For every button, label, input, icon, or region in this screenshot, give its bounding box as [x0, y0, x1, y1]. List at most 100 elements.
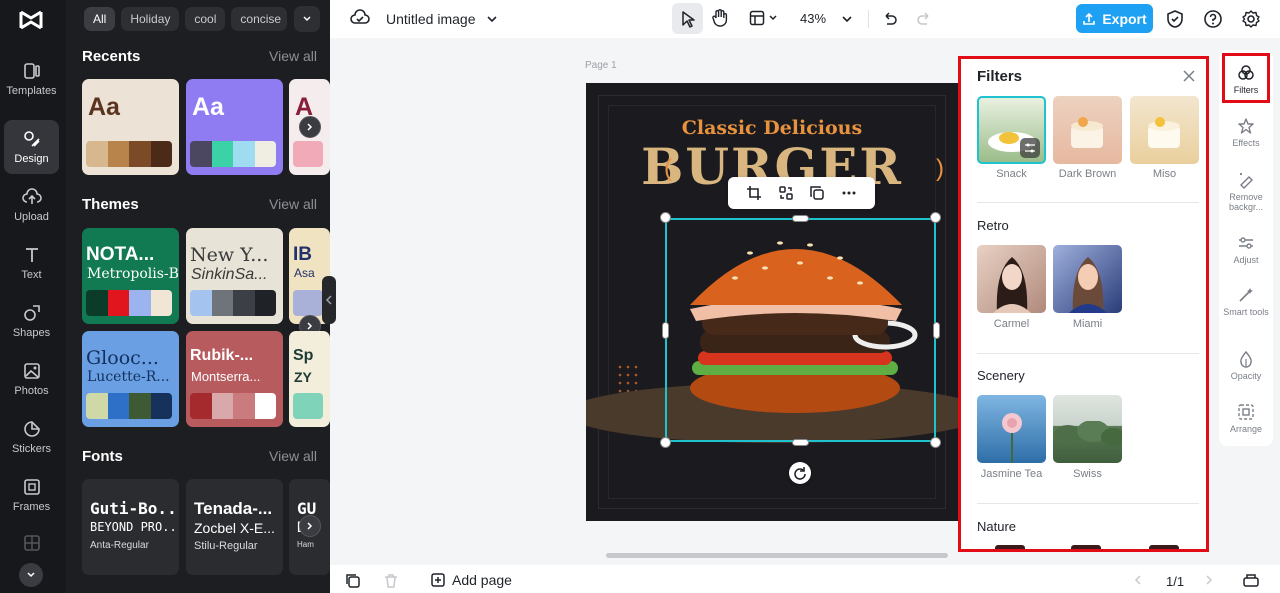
cloud-save-button[interactable]: [350, 9, 370, 27]
recents-view-all-link[interactable]: View all: [269, 48, 317, 64]
layout-menu-button[interactable]: [768, 13, 778, 23]
crop-icon[interactable]: [746, 185, 762, 201]
hand-icon: [712, 9, 728, 27]
art-subtitle[interactable]: Classic Delicious: [586, 117, 958, 139]
filter-thumb-snack[interactable]: [977, 96, 1046, 164]
sliders-icon: [1025, 143, 1035, 153]
adjust-icon: [1239, 237, 1253, 249]
chip-concise[interactable]: concise: [231, 7, 288, 31]
filter-thumb-carmel[interactable]: [977, 245, 1046, 313]
tool-arrange[interactable]: Arrange: [1222, 403, 1270, 434]
recents-scroll-right-button[interactable]: [299, 116, 321, 138]
resize-handle-bottom-left[interactable]: [660, 437, 671, 448]
title-menu-button[interactable]: [486, 13, 498, 25]
resize-handle-top[interactable]: [792, 215, 809, 222]
design-panel: All Holiday cool concise Recents View al…: [66, 0, 330, 593]
theme-card-4[interactable]: Glooc... Lucette-R...: [82, 331, 179, 427]
panel-collapse-handle[interactable]: [322, 276, 336, 324]
chip-all[interactable]: All: [84, 7, 116, 31]
resize-handle-top-right[interactable]: [930, 212, 941, 223]
rail-item-more[interactable]: [4, 530, 59, 560]
rail-item-upload[interactable]: Upload: [4, 178, 59, 232]
help-icon: [1204, 10, 1222, 28]
undo-button[interactable]: [882, 10, 898, 26]
replace-icon[interactable]: [778, 185, 794, 201]
tool-smart-tools[interactable]: Smart tools: [1222, 286, 1270, 317]
selection-box[interactable]: [665, 218, 936, 442]
tool-remove-background[interactable]: Remove backgr...: [1222, 171, 1270, 212]
canvas-horizontal-scrollbar[interactable]: [606, 553, 948, 558]
rail-expand-button[interactable]: [19, 563, 43, 587]
photos-icon: [23, 363, 40, 379]
filter-thumb-jasmine-tea[interactable]: [977, 395, 1046, 463]
chips-more-button[interactable]: [294, 6, 320, 32]
rail-item-design[interactable]: Design: [4, 120, 59, 174]
rail-item-templates[interactable]: Templates: [4, 52, 59, 106]
rotate-handle[interactable]: [789, 462, 811, 484]
tool-filters[interactable]: Filters: [1222, 64, 1270, 95]
hand-tool-button[interactable]: [711, 8, 729, 28]
fonts-scroll-right-button[interactable]: [299, 515, 321, 537]
document-title[interactable]: Untitled image: [386, 11, 476, 27]
next-page-button[interactable]: [1203, 574, 1215, 586]
filter-thumb-partial[interactable]: [1071, 545, 1101, 549]
select-tool-button[interactable]: [672, 3, 703, 34]
layers-button[interactable]: [1242, 572, 1260, 588]
duplicate-page-icon: [346, 574, 360, 588]
copy-page-button[interactable]: [345, 573, 361, 589]
rail-item-stickers[interactable]: Stickers: [4, 410, 59, 464]
tool-opacity[interactable]: Opacity: [1222, 350, 1270, 381]
themes-view-all-link[interactable]: View all: [269, 196, 317, 212]
rail-item-photos[interactable]: Photos: [4, 352, 59, 406]
font-card-2[interactable]: Tenada-... Zocbel X-E... Stilu-Regular: [186, 479, 283, 575]
delete-page-button[interactable]: [383, 573, 399, 589]
resize-handle-bottom-right[interactable]: [930, 437, 941, 448]
layout-button[interactable]: [749, 10, 765, 26]
prev-page-button[interactable]: [1132, 574, 1144, 586]
theme-card-2[interactable]: New Y... SinkinSa...: [186, 228, 283, 324]
export-button[interactable]: Export: [1076, 4, 1153, 33]
filter-thumb-partial[interactable]: [1149, 545, 1179, 549]
gear-icon: [1242, 10, 1260, 28]
rail-item-frames[interactable]: Frames: [4, 468, 59, 522]
zoom-menu-button[interactable]: [841, 13, 853, 25]
more-icon[interactable]: [841, 185, 857, 201]
filters-close-button[interactable]: [1182, 69, 1196, 88]
theme-card-1[interactable]: NOTA... Metropolis-B...: [82, 228, 179, 324]
filter-thumb-dark-brown[interactable]: [1053, 96, 1122, 164]
rail-item-text[interactable]: Text: [4, 236, 59, 290]
help-button[interactable]: [1203, 9, 1223, 29]
chip-cool[interactable]: cool: [185, 7, 226, 31]
tool-effects[interactable]: Effects: [1222, 117, 1270, 148]
resize-handle-left[interactable]: [662, 322, 669, 339]
theme-card-5[interactable]: Rubik-... Montserra...: [186, 331, 283, 427]
filter-thumb-miami[interactable]: [1053, 245, 1122, 313]
recent-card-1[interactable]: Aa: [82, 79, 179, 175]
settings-button[interactable]: [1241, 9, 1261, 29]
app-logo-icon[interactable]: [17, 8, 45, 32]
redo-icon: [917, 12, 929, 25]
chip-holiday[interactable]: Holiday: [121, 7, 180, 31]
redo-button[interactable]: [916, 10, 932, 26]
filter-thumb-miso[interactable]: [1130, 96, 1199, 164]
filter-thumb-partial[interactable]: [995, 545, 1025, 549]
color-swatches: [293, 393, 323, 419]
recent-card-2[interactable]: Aa: [186, 79, 283, 175]
shield-button[interactable]: [1166, 9, 1184, 29]
tool-label: Effects: [1232, 138, 1260, 148]
font-card-1[interactable]: Guti-Bo... BEYOND PRO... Anta-Regular: [82, 479, 179, 575]
resize-handle-top-left[interactable]: [660, 212, 671, 223]
add-page-button[interactable]: Add page: [430, 572, 512, 588]
filter-adjust-button[interactable]: [1020, 138, 1040, 158]
duplicate-icon[interactable]: [809, 185, 825, 201]
resize-handle-right[interactable]: [933, 322, 940, 339]
fonts-view-all-link[interactable]: View all: [269, 448, 317, 464]
chevron-down-icon: [842, 16, 852, 23]
tool-label: Remove backgr...: [1228, 192, 1264, 212]
theme-card-6[interactable]: Sp ZY: [289, 331, 330, 427]
rail-item-shapes[interactable]: Shapes: [4, 294, 59, 348]
filter-thumb-swiss[interactable]: [1053, 395, 1122, 463]
tool-adjust[interactable]: Adjust: [1222, 234, 1270, 265]
zoom-level[interactable]: 43%: [800, 11, 826, 26]
resize-handle-bottom[interactable]: [792, 439, 809, 446]
